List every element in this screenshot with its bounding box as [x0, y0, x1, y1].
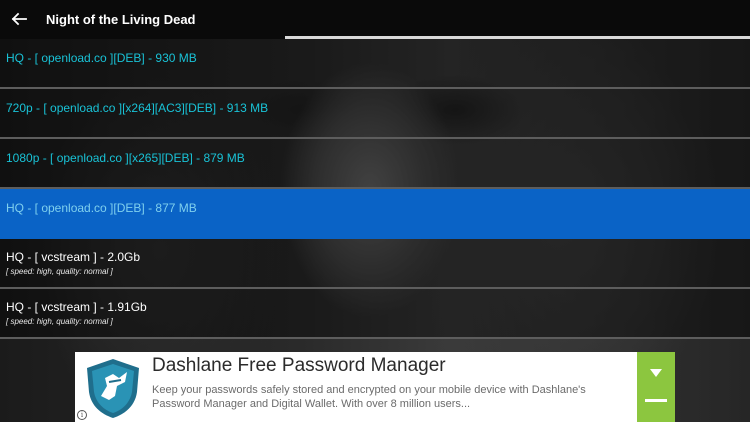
- chevron-down-icon: [650, 369, 662, 377]
- source-label: 720p - [ openload.co ][x264][AC3][DEB] -…: [6, 101, 269, 115]
- source-row[interactable]: HQ - [ vcstream ] - 2.0Gb [ speed: high,…: [0, 239, 750, 289]
- source-row[interactable]: 1080p - [ openload.co ][x265][DEB] - 879…: [0, 139, 750, 189]
- source-details: [ speed: high, quality: normal ]: [6, 267, 113, 276]
- page-title: Night of the Living Dead: [46, 11, 196, 27]
- source-details: [ speed: high, quality: normal ]: [6, 317, 113, 326]
- source-row[interactable]: HQ - [ openload.co ][DEB] - 930 MB: [0, 39, 750, 89]
- source-row-selected[interactable]: HQ - [ openload.co ][DEB] - 877 MB: [0, 189, 750, 239]
- source-row[interactable]: 720p - [ openload.co ][x264][AC3][DEB] -…: [0, 89, 750, 139]
- ad-description: Keep your passwords safely stored and en…: [152, 384, 586, 410]
- arrow-left-icon: [11, 12, 27, 26]
- ad-info-icon[interactable]: i: [77, 410, 87, 420]
- source-list: HQ - [ openload.co ][DEB] - 930 MB 720p …: [0, 39, 750, 339]
- ad-headline[interactable]: Dashlane Free Password Manager: [152, 355, 446, 377]
- ad-banner[interactable]: i Dashlane Free Password Manager Keep yo…: [75, 352, 675, 422]
- download-bar-icon: [645, 399, 667, 402]
- source-label: HQ - [ openload.co ][DEB] - 930 MB: [6, 51, 197, 65]
- source-label: HQ - [ vcstream ] - 2.0Gb: [6, 250, 141, 264]
- app-bar: Night of the Living Dead: [0, 0, 750, 38]
- source-label: HQ - [ vcstream ] - 1.91Gb: [6, 300, 147, 314]
- ad-cta-button[interactable]: [637, 352, 675, 422]
- source-label: 1080p - [ openload.co ][x265][DEB] - 879…: [6, 151, 245, 165]
- source-label: HQ - [ openload.co ][DEB] - 877 MB: [6, 201, 197, 215]
- source-row[interactable]: HQ - [ vcstream ] - 1.91Gb [ speed: high…: [0, 289, 750, 339]
- back-button[interactable]: [0, 0, 38, 38]
- dashlane-shield-icon: [87, 359, 139, 418]
